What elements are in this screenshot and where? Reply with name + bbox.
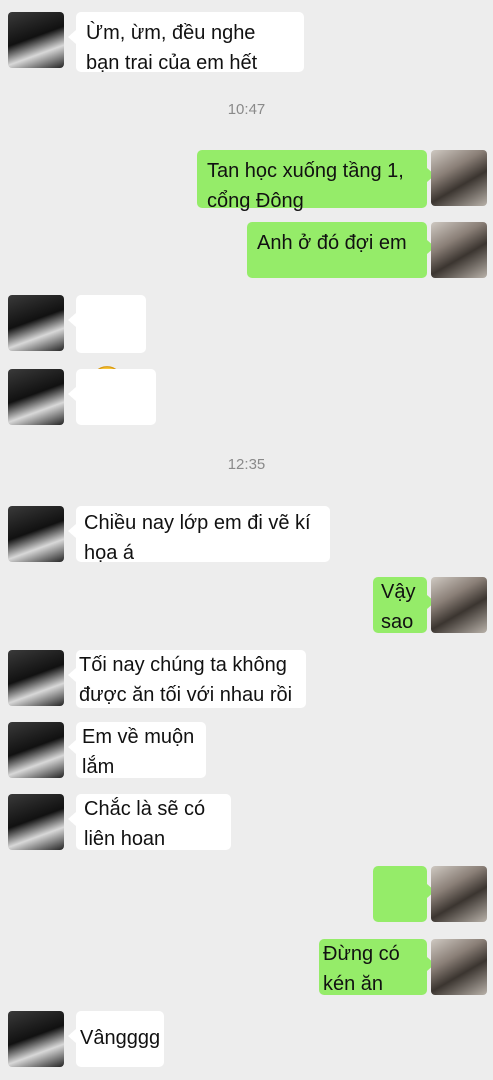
message-bubble-incoming[interactable]	[68, 369, 156, 425]
message-bubble-outgoing[interactable]: Vậy sao	[373, 577, 435, 633]
avatar[interactable]	[431, 150, 487, 206]
avatar[interactable]	[8, 722, 64, 778]
message-bubble-incoming[interactable]: Chiều nay lớp em đi vẽ kí họa á	[68, 506, 330, 564]
message-bubble-incoming[interactable]: Tối nay chúng ta không được ăn tối với n…	[68, 650, 306, 708]
avatar[interactable]	[431, 222, 487, 278]
message-bubble-outgoing[interactable]: Tan học xuống tầng 1, cổng Đông	[197, 150, 435, 212]
timestamp: 10:47	[227, 101, 266, 118]
avatar[interactable]	[8, 794, 64, 850]
avatar[interactable]	[8, 1011, 64, 1067]
message-bubble-outgoing[interactable]	[373, 866, 435, 922]
message-bubble-outgoing[interactable]: Anh ở đó đợi em	[247, 222, 435, 278]
message-bubble-incoming[interactable]: Chắc là sẽ có liên hoan	[68, 794, 231, 850]
message-bubble-outgoing[interactable]: Đừng có kén ăn	[319, 939, 435, 995]
message-bubble-incoming[interactable]: Ừm, ừm, đều nghe bạn trai của em hết	[68, 12, 304, 74]
avatar[interactable]	[8, 12, 64, 68]
avatar[interactable]	[8, 650, 64, 706]
avatar[interactable]	[8, 506, 64, 562]
message-bubble-incoming[interactable]: Em về muộn lắm	[68, 722, 206, 778]
message-bubble-incoming[interactable]	[68, 295, 146, 398]
timestamp: 12:35	[227, 456, 266, 473]
message-bubble-incoming[interactable]: Vângggg	[68, 1011, 164, 1067]
avatar[interactable]	[431, 866, 487, 922]
avatar[interactable]	[431, 939, 487, 995]
avatar[interactable]	[431, 577, 487, 633]
avatar[interactable]	[8, 295, 64, 351]
avatar[interactable]	[8, 369, 64, 425]
